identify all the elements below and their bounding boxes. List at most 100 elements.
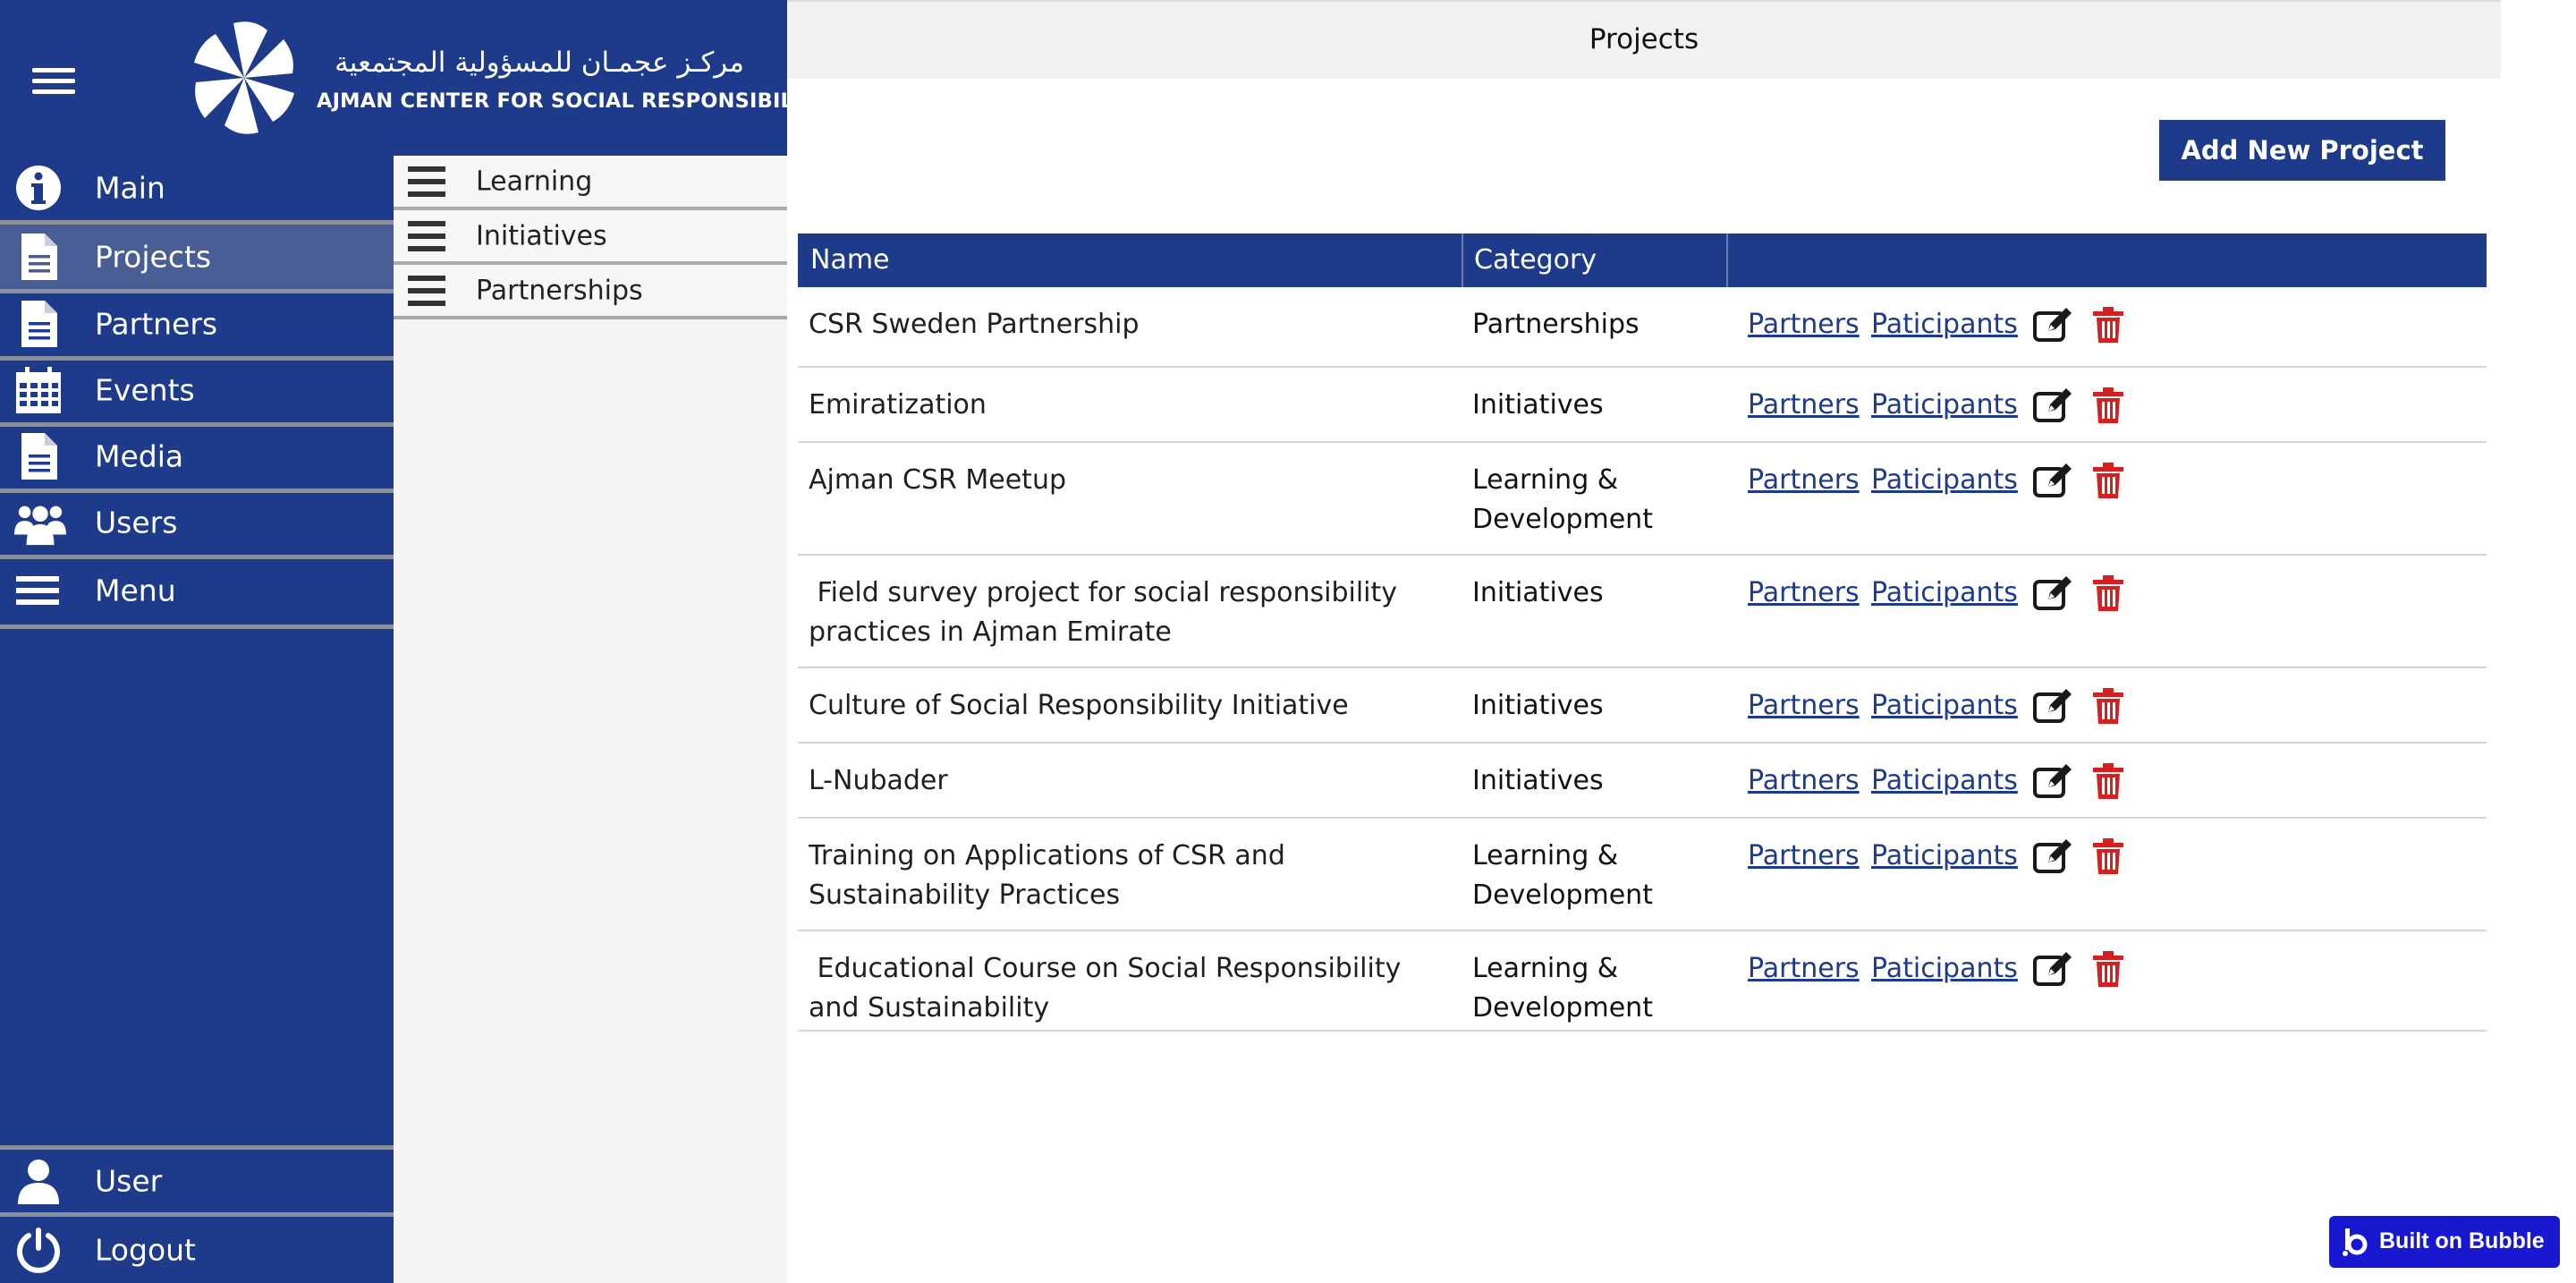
project-category: Learning & Development — [1472, 464, 1653, 535]
sidebar-item-label: User — [95, 1163, 163, 1199]
logo-english-text: AJMAN CENTER FOR SOCIAL RESPONSIBILITY — [317, 89, 830, 113]
sidebar-item-label: Main — [95, 170, 165, 206]
column-header-category: Category — [1474, 244, 1597, 276]
project-category: Initiatives — [1472, 690, 1604, 721]
participants-link[interactable]: Paticipants — [1871, 574, 2018, 613]
document-icon — [14, 431, 63, 481]
table-row: Field survey project for social responsi… — [798, 556, 2487, 668]
edit-icon[interactable] — [2032, 950, 2073, 988]
delete-icon[interactable] — [2091, 837, 2125, 875]
submenu-item-initiatives[interactable]: Initiatives — [394, 210, 787, 265]
submenu-item-partnerships[interactable]: Partnerships — [394, 265, 787, 319]
projects-submenu: Learning Initiatives Partnerships — [394, 156, 787, 1283]
project-name: Training on Applications of CSR and Sust… — [809, 840, 1294, 911]
project-name: L-Nubader — [809, 765, 948, 796]
column-divider — [1726, 234, 1728, 287]
partners-link[interactable]: Partners — [1748, 837, 1860, 876]
edit-icon[interactable] — [2032, 462, 2073, 499]
calendar-icon — [14, 365, 63, 415]
partners-link[interactable]: Partners — [1748, 305, 1860, 344]
project-category: Initiatives — [1472, 577, 1604, 608]
info-icon — [14, 163, 63, 213]
bubble-icon — [2342, 1227, 2370, 1257]
logo-arabic-text: مركـز عجمـان للمسؤولية المجتمعية — [335, 47, 744, 79]
project-category: Learning & Development — [1472, 840, 1653, 911]
table-row: Emiratization Initiatives Partners Paticipa… — [798, 368, 2487, 443]
project-name: Field survey project for social responsi… — [809, 577, 1406, 648]
delete-icon[interactable] — [2091, 762, 2125, 800]
pinwheel-logo — [190, 18, 299, 138]
user-icon — [14, 1156, 63, 1206]
badge-label: Built on Bubble — [2379, 1228, 2545, 1253]
project-name: Ajman CSR Meetup — [809, 464, 1067, 496]
participants-link[interactable]: Paticipants — [1871, 461, 2018, 500]
partners-link[interactable]: Partners — [1748, 574, 1860, 613]
delete-icon[interactable] — [2091, 306, 2125, 344]
delete-icon[interactable] — [2091, 950, 2125, 988]
hamburger-icon[interactable] — [32, 68, 75, 95]
participants-link[interactable]: Paticipants — [1871, 837, 2018, 876]
sidebar-item-label: Logout — [95, 1232, 196, 1268]
partners-link[interactable]: Partners — [1748, 686, 1860, 726]
project-name: Culture of Social Responsibility Initiat… — [809, 690, 1349, 721]
document-icon — [14, 232, 63, 282]
submenu-item-learning[interactable]: Learning — [394, 156, 787, 210]
delete-icon[interactable] — [2091, 462, 2125, 499]
sidebar-item-label: Users — [95, 505, 178, 540]
edit-icon[interactable] — [2032, 574, 2073, 612]
submenu-item-label: Initiatives — [476, 220, 607, 251]
partners-link[interactable]: Partners — [1748, 761, 1860, 801]
sidebar-item-menu[interactable]: Menu — [0, 557, 394, 629]
document-icon — [14, 299, 63, 349]
edit-icon[interactable] — [2032, 387, 2073, 424]
edit-icon[interactable] — [2032, 837, 2073, 875]
partners-link[interactable]: Partners — [1748, 461, 1860, 500]
project-name: CSR Sweden Partnership — [809, 309, 1140, 340]
project-category: Initiatives — [1472, 765, 1604, 796]
sidebar-item-projects[interactable]: Projects — [0, 225, 394, 293]
sidebar-item-user[interactable]: User — [0, 1150, 394, 1217]
power-icon — [14, 1225, 63, 1275]
partners-link[interactable]: Partners — [1748, 949, 1860, 989]
project-category: Learning & Development — [1472, 953, 1653, 1024]
project-name: Educational Course on Social Responsibil… — [809, 953, 1410, 1024]
sidebar-item-events[interactable]: Events — [0, 358, 394, 427]
sidebar-item-media[interactable]: Media — [0, 424, 394, 493]
list-icon — [408, 220, 445, 251]
add-new-project-button[interactable]: Add New Project — [2159, 120, 2445, 181]
project-name: Emiratization — [809, 389, 987, 421]
sidebar-item-users[interactable]: Users — [0, 490, 394, 559]
built-on-bubble-badge[interactable]: Built on Bubble — [2329, 1216, 2560, 1268]
participants-link[interactable]: Paticipants — [1871, 949, 2018, 989]
sidebar-item-label: Partners — [95, 306, 218, 342]
delete-icon[interactable] — [2091, 387, 2125, 424]
partners-link[interactable]: Partners — [1748, 386, 1860, 425]
table-row: Ajman CSR Meetup Learning & Development Pa… — [798, 443, 2487, 556]
sidebar-item-partners[interactable]: Partners — [0, 292, 394, 361]
project-category: Initiatives — [1472, 389, 1604, 421]
list-icon — [408, 275, 445, 306]
participants-link[interactable]: Paticipants — [1871, 761, 2018, 801]
table-row: Culture of Social Responsibility Initiat… — [798, 668, 2487, 743]
column-divider — [1462, 234, 1463, 287]
participants-link[interactable]: Paticipants — [1871, 386, 2018, 425]
sidebar-item-logout[interactable]: Logout — [0, 1217, 394, 1283]
sidebar-item-label: Media — [95, 438, 184, 474]
delete-icon[interactable] — [2091, 574, 2125, 612]
sidebar-item-label: Events — [95, 372, 195, 408]
table-row: Educational Course on Social Responsibil… — [798, 931, 2487, 1032]
sidebar-item-label: Projects — [95, 239, 212, 275]
participants-link[interactable]: Paticipants — [1871, 305, 2018, 344]
delete-icon[interactable] — [2091, 687, 2125, 725]
sidebar-item-main[interactable]: Main — [0, 156, 394, 225]
page-title: Projects — [1589, 23, 1699, 55]
edit-icon[interactable] — [2032, 762, 2073, 800]
edit-icon[interactable] — [2032, 306, 2073, 344]
participants-link[interactable]: Paticipants — [1871, 686, 2018, 726]
list-icon — [408, 166, 445, 197]
table-header: Name Category — [798, 234, 2487, 287]
page-header: Projects — [787, 0, 2501, 79]
edit-icon[interactable] — [2032, 687, 2073, 725]
project-category: Partnerships — [1472, 309, 1640, 340]
table-row: CSR Sweden Partnership Partnerships Partne… — [798, 287, 2487, 368]
